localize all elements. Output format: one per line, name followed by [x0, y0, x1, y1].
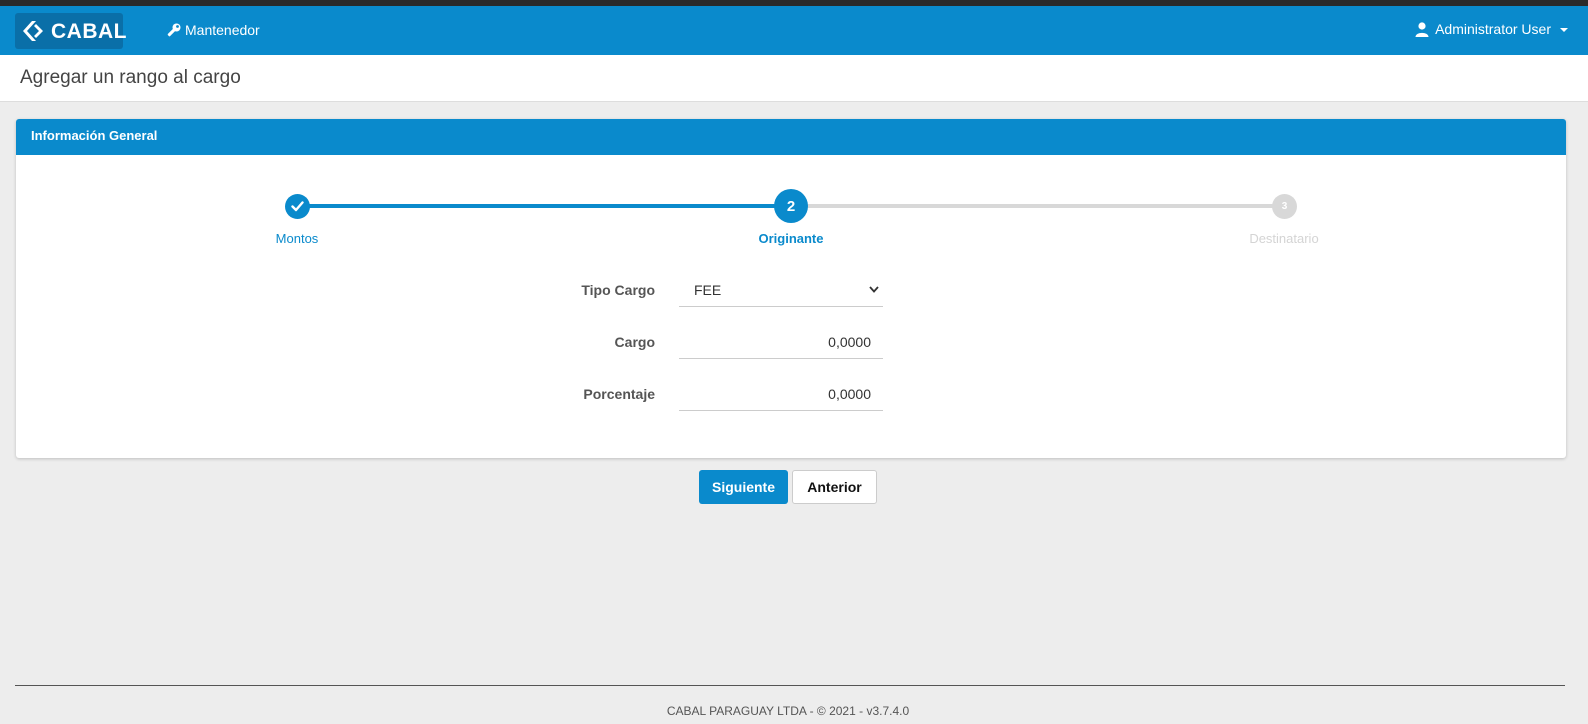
step-2-dot[interactable]: 2 [774, 189, 808, 223]
previous-button[interactable]: Anterior [792, 470, 877, 504]
panel-heading: Información General [16, 119, 1566, 155]
user-icon [1415, 21, 1429, 37]
cabal-diamond-icon [23, 21, 43, 41]
brand-name: CABAL [51, 20, 127, 43]
step-1-dot[interactable] [285, 194, 310, 219]
tipo-cargo-label: Tipo Cargo [581, 282, 655, 298]
user-menu[interactable]: Administrator User [1415, 21, 1568, 37]
step-3-dot[interactable]: 3 [1272, 194, 1297, 219]
page-header: Agregar un rango al cargo [0, 55, 1588, 102]
step-1-label[interactable]: Montos [217, 231, 377, 246]
footer-divider [15, 685, 1565, 686]
wrench-icon [167, 23, 181, 37]
chevron-down-icon [869, 286, 879, 293]
nav-mantenedor-label: Mantenedor [185, 22, 260, 38]
check-icon [291, 201, 304, 212]
cargo-input[interactable]: 0,0000 [679, 325, 883, 359]
user-name: Administrator User [1435, 21, 1551, 37]
brand-logo[interactable]: CABAL [15, 13, 127, 49]
page-title: Agregar un rango al cargo [20, 67, 241, 88]
step-2-label[interactable]: Originante [711, 231, 871, 246]
progress-line-completed [297, 204, 791, 208]
general-info-panel: Información General 2 3 Montos Originant… [16, 119, 1566, 458]
nav-mantenedor[interactable]: Mantenedor [167, 22, 260, 38]
progress-line-pending [807, 204, 1285, 208]
caret-down-icon [1560, 28, 1568, 32]
cargo-label: Cargo [614, 334, 655, 350]
tipo-cargo-select[interactable]: FEE [679, 273, 883, 307]
next-button[interactable]: Siguiente [699, 470, 788, 504]
porcentaje-label: Porcentaje [583, 386, 655, 402]
porcentaje-input[interactable]: 0,0000 [679, 377, 883, 411]
footer-text: CABAL PARAGUAY LTDA - © 2021 - v3.7.4.0 [666, 704, 910, 718]
tipo-cargo-value: FEE [694, 282, 722, 298]
step-3-label[interactable]: Destinatario [1204, 231, 1364, 246]
navbar: CABAL Mantenedor Administrator User [0, 6, 1588, 55]
